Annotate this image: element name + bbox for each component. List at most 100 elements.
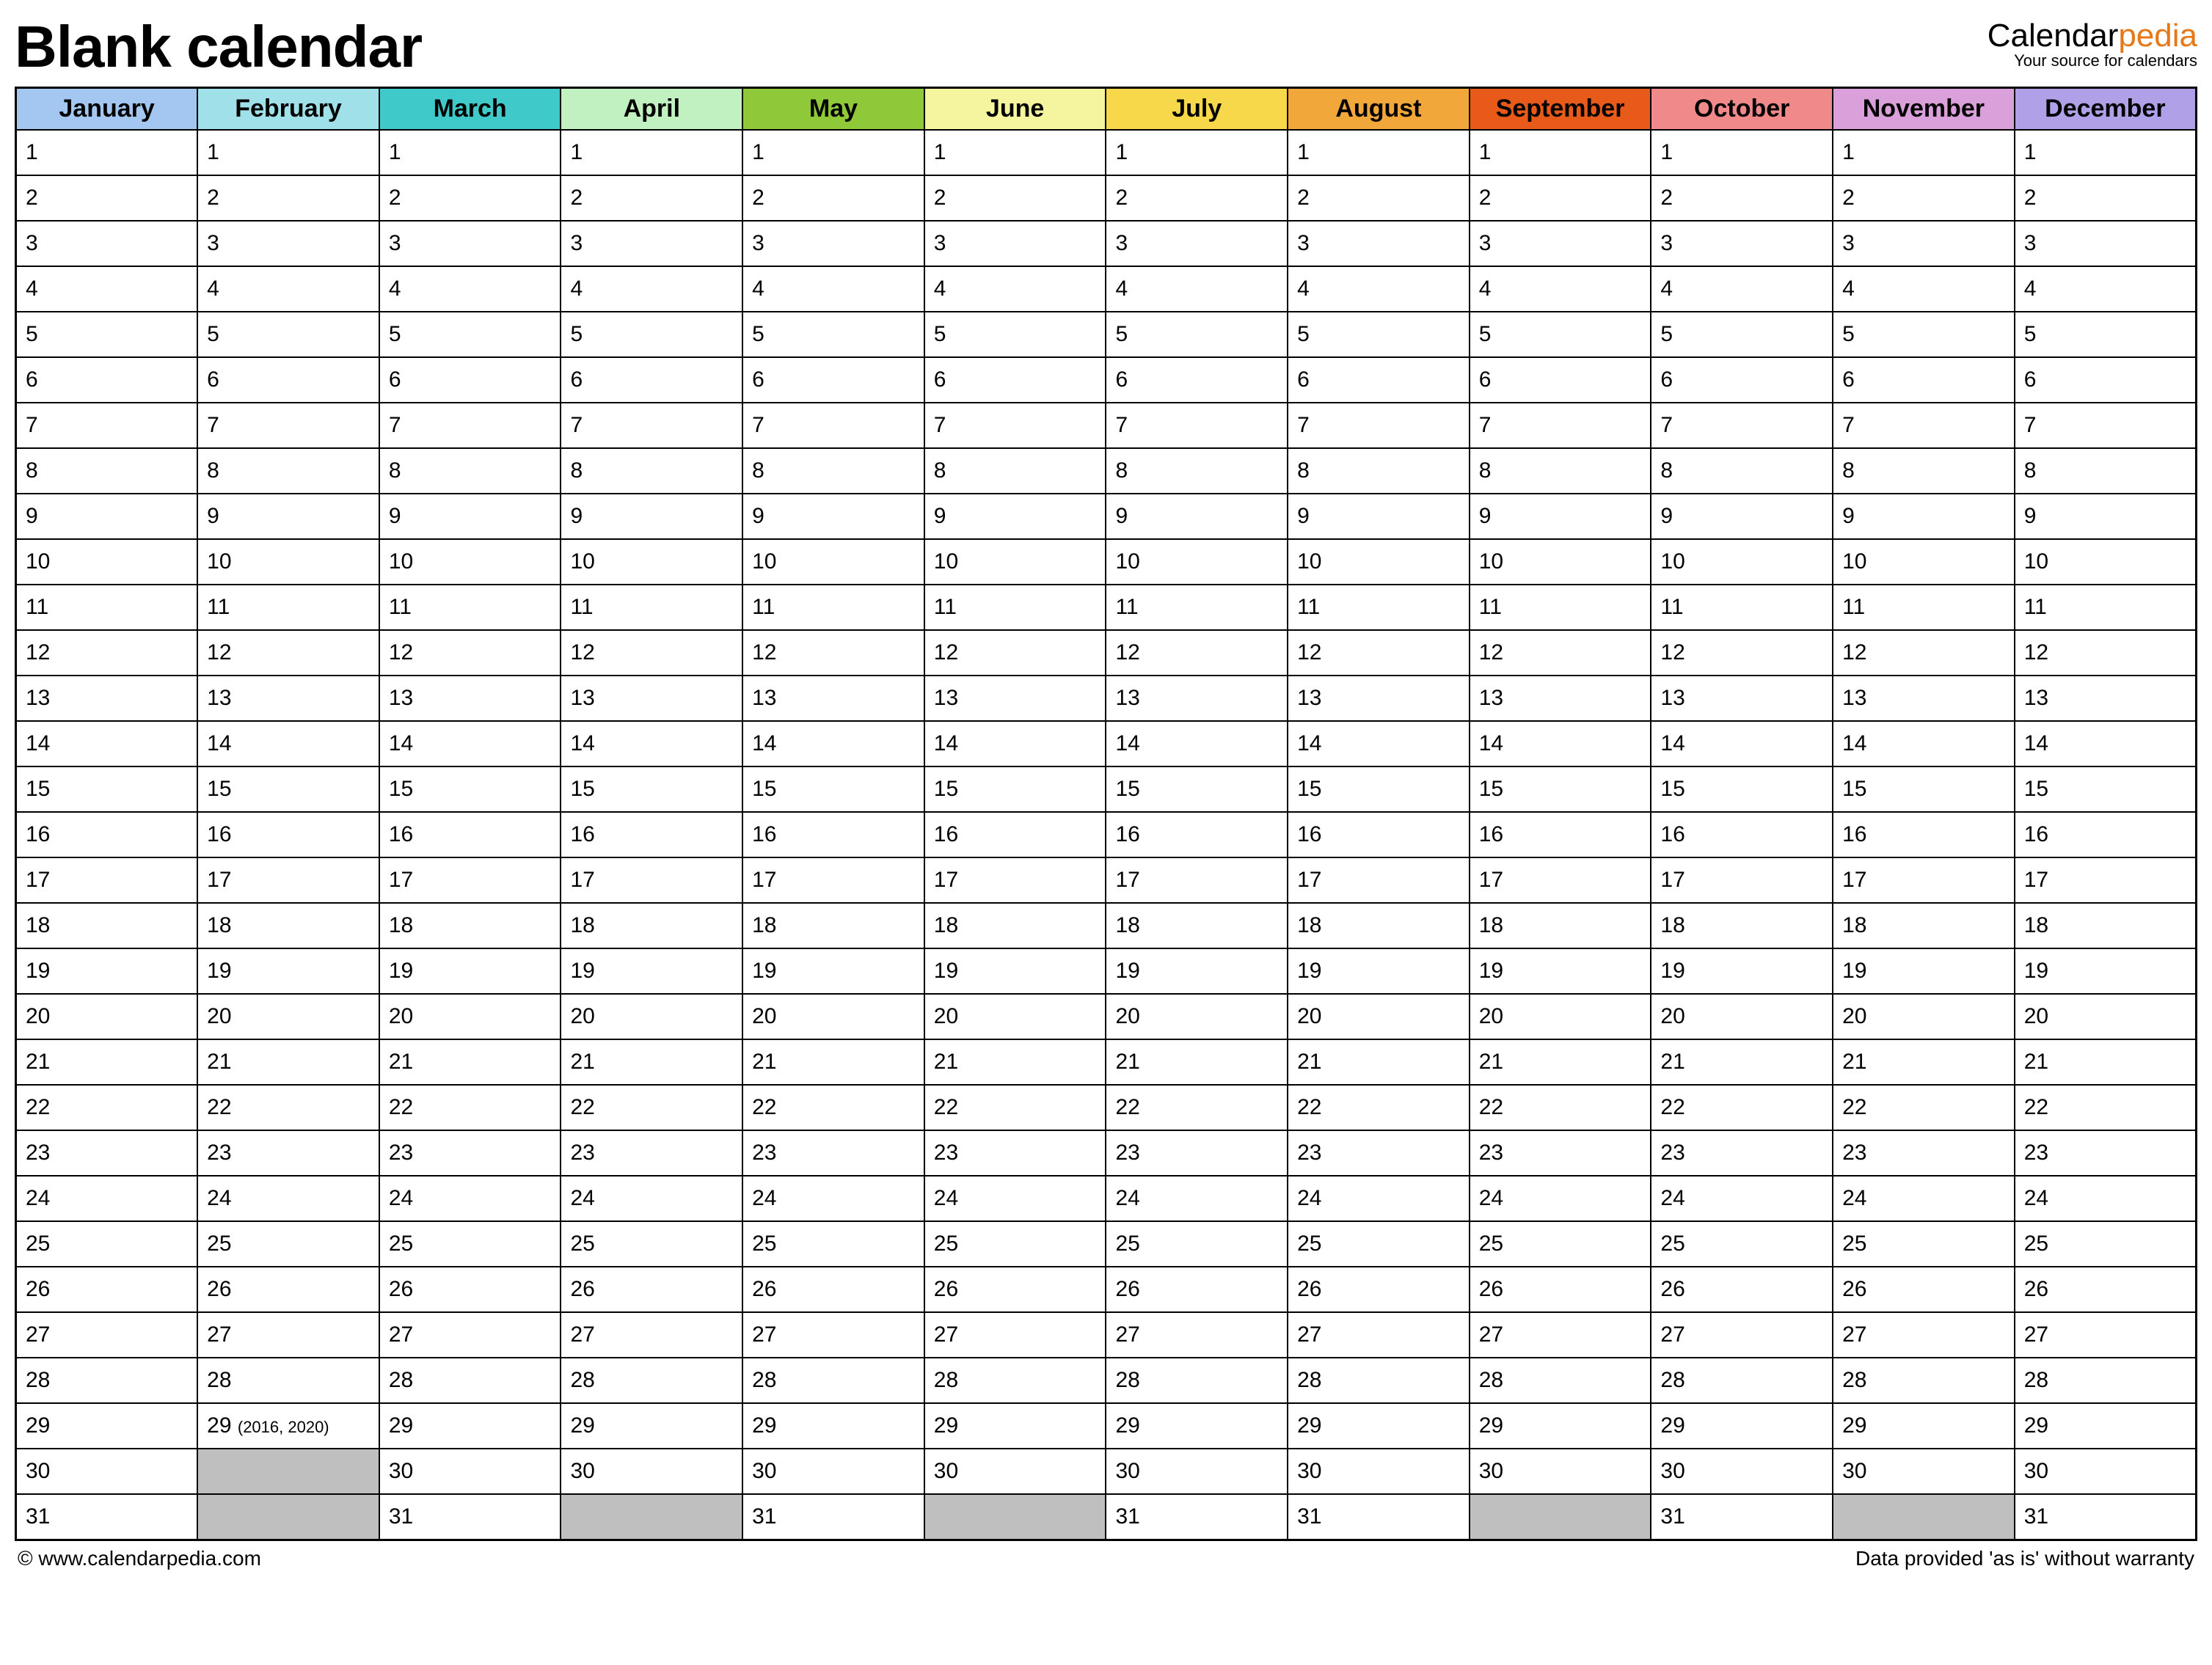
day-row: 252525252525252525252525 bbox=[16, 1221, 2197, 1267]
day-cell: 18 bbox=[1833, 903, 2015, 948]
day-row: 272727272727272727272727 bbox=[16, 1312, 2197, 1358]
day-cell: 1 bbox=[2015, 130, 2197, 175]
day-cell: 17 bbox=[1288, 857, 1470, 903]
day-cell: 19 bbox=[924, 948, 1106, 994]
day-cell: 7 bbox=[1651, 403, 1833, 448]
day-cell: 31 bbox=[742, 1494, 924, 1540]
day-cell: 26 bbox=[1651, 1267, 1833, 1312]
header: Blank calendar Calendarpedia Your source… bbox=[15, 13, 2197, 81]
day-cell: 11 bbox=[16, 585, 198, 630]
day-cell: 28 bbox=[16, 1358, 198, 1403]
day-cell: 10 bbox=[1106, 539, 1288, 585]
day-cell: 26 bbox=[16, 1267, 198, 1312]
day-cell: 26 bbox=[2015, 1267, 2197, 1312]
day-cell: 25 bbox=[742, 1221, 924, 1267]
day-cell: 2 bbox=[2015, 175, 2197, 221]
day-cell: 26 bbox=[1288, 1267, 1470, 1312]
day-cell: 20 bbox=[924, 994, 1106, 1039]
day-cell: 9 bbox=[16, 494, 198, 539]
day-cell: 1 bbox=[561, 130, 742, 175]
day-cell: 3 bbox=[561, 221, 742, 266]
day-cell: 22 bbox=[2015, 1085, 2197, 1130]
day-cell: 21 bbox=[197, 1039, 379, 1085]
day-cell: 25 bbox=[2015, 1221, 2197, 1267]
day-cell: 10 bbox=[561, 539, 742, 585]
day-cell: 1 bbox=[16, 130, 198, 175]
day-cell: 20 bbox=[742, 994, 924, 1039]
day-cell: 23 bbox=[1106, 1130, 1288, 1176]
day-cell: 15 bbox=[1651, 766, 1833, 812]
day-cell: 17 bbox=[561, 857, 742, 903]
day-cell: 19 bbox=[742, 948, 924, 994]
day-cell: 6 bbox=[197, 357, 379, 403]
day-cell: 1 bbox=[1106, 130, 1288, 175]
day-row: 999999999999 bbox=[16, 494, 2197, 539]
day-cell: 6 bbox=[1288, 357, 1470, 403]
day-cell: 17 bbox=[924, 857, 1106, 903]
calendar-table: JanuaryFebruaryMarchAprilMayJuneJulyAugu… bbox=[15, 87, 2197, 1541]
day-cell: 10 bbox=[2015, 539, 2197, 585]
day-cell: 26 bbox=[561, 1267, 742, 1312]
day-row: 282828282828282828282828 bbox=[16, 1358, 2197, 1403]
day-cell: 6 bbox=[1106, 357, 1288, 403]
footer: © www.calendarpedia.com Data provided 'a… bbox=[15, 1547, 2197, 1570]
day-cell: 4 bbox=[2015, 266, 2197, 312]
day-cell: 3 bbox=[1470, 221, 1651, 266]
month-header: July bbox=[1106, 88, 1288, 131]
day-cell: 26 bbox=[1470, 1267, 1651, 1312]
day-cell: 31 bbox=[379, 1494, 561, 1540]
day-cell: 27 bbox=[1470, 1312, 1651, 1358]
month-header: May bbox=[742, 88, 924, 131]
day-cell: 14 bbox=[197, 721, 379, 766]
day-cell: 15 bbox=[379, 766, 561, 812]
day-cell: 9 bbox=[742, 494, 924, 539]
day-cell: 2 bbox=[1470, 175, 1651, 221]
day-row: 31 31 31 3131 31 31 bbox=[16, 1494, 2197, 1540]
day-cell: 15 bbox=[742, 766, 924, 812]
day-row: 111111111111 bbox=[16, 130, 2197, 175]
day-cell: 20 bbox=[2015, 994, 2197, 1039]
day-cell: 2 bbox=[1288, 175, 1470, 221]
day-cell: 18 bbox=[924, 903, 1106, 948]
day-cell: 5 bbox=[16, 312, 198, 357]
day-cell: 1 bbox=[742, 130, 924, 175]
day-cell: 3 bbox=[16, 221, 198, 266]
day-cell: 19 bbox=[379, 948, 561, 994]
day-cell: 28 bbox=[1106, 1358, 1288, 1403]
day-cell: 29 bbox=[742, 1403, 924, 1449]
day-cell: 4 bbox=[1833, 266, 2015, 312]
day-cell: 3 bbox=[742, 221, 924, 266]
day-cell: 26 bbox=[197, 1267, 379, 1312]
day-cell: 14 bbox=[1470, 721, 1651, 766]
day-cell: 27 bbox=[379, 1312, 561, 1358]
day-cell: 22 bbox=[1288, 1085, 1470, 1130]
day-cell: 24 bbox=[1833, 1176, 2015, 1221]
day-cell: 18 bbox=[1288, 903, 1470, 948]
day-cell: 2 bbox=[1106, 175, 1288, 221]
day-cell: 29 bbox=[924, 1403, 1106, 1449]
day-cell: 5 bbox=[379, 312, 561, 357]
day-cell: 9 bbox=[1106, 494, 1288, 539]
day-cell: 11 bbox=[1833, 585, 2015, 630]
day-cell: 28 bbox=[924, 1358, 1106, 1403]
day-cell: 13 bbox=[1106, 676, 1288, 721]
day-cell: 18 bbox=[742, 903, 924, 948]
day-row: 191919191919191919191919 bbox=[16, 948, 2197, 994]
day-cell: 2 bbox=[379, 175, 561, 221]
day-cell: 28 bbox=[1651, 1358, 1833, 1403]
day-cell: 19 bbox=[1288, 948, 1470, 994]
day-cell: 9 bbox=[1651, 494, 1833, 539]
day-cell: 27 bbox=[561, 1312, 742, 1358]
day-cell: 25 bbox=[561, 1221, 742, 1267]
day-cell: 19 bbox=[2015, 948, 2197, 994]
day-cell: 17 bbox=[16, 857, 198, 903]
day-cell: 12 bbox=[1106, 630, 1288, 676]
day-cell: 27 bbox=[1106, 1312, 1288, 1358]
day-cell: 21 bbox=[561, 1039, 742, 1085]
day-cell: 5 bbox=[197, 312, 379, 357]
day-cell: 23 bbox=[742, 1130, 924, 1176]
day-cell: 27 bbox=[197, 1312, 379, 1358]
day-cell: 7 bbox=[1470, 403, 1651, 448]
day-cell: 22 bbox=[561, 1085, 742, 1130]
day-row: 212121212121212121212121 bbox=[16, 1039, 2197, 1085]
